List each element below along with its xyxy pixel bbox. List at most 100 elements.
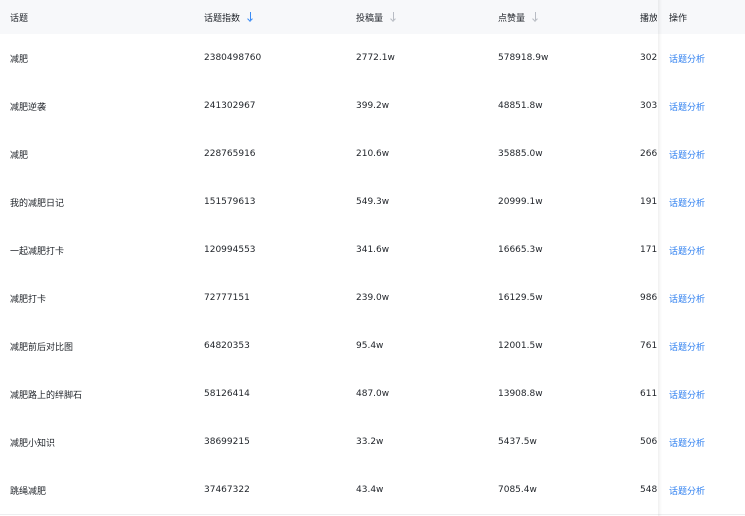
column-header-index-label: 话题指数 — [204, 13, 241, 24]
column-header-plays-label: 播放 — [640, 13, 657, 24]
topic-index-value: 228765916 — [204, 149, 256, 159]
cell-posts: 341.6w — [356, 226, 389, 274]
cell-operation: 话题分析 — [669, 370, 705, 418]
cell-index: 37467322 — [204, 466, 250, 514]
cell-topic: 一起减肥打卡 — [10, 226, 64, 274]
cell-posts: 95.4w — [356, 322, 383, 370]
cell-index: 72777151 — [204, 274, 250, 322]
topic-analysis-link[interactable]: 话题分析 — [669, 52, 705, 65]
cell-likes: 16665.3w — [498, 226, 543, 274]
likes-value: 20999.1w — [498, 197, 543, 207]
cell-plays: 506 — [640, 418, 657, 466]
topic-index-value: 72777151 — [204, 293, 250, 303]
column-header-plays: 播放 — [640, 0, 657, 34]
column-header-posts[interactable]: 投稿量 — [356, 0, 396, 34]
cell-topic: 减肥 — [10, 34, 28, 82]
topic-analysis-link[interactable]: 话题分析 — [669, 100, 705, 113]
cell-plays: 548 — [640, 466, 657, 514]
cell-index: 241302967 — [204, 82, 256, 130]
topic-index-value: 58126414 — [204, 389, 250, 399]
cell-likes: 20999.1w — [498, 178, 543, 226]
cell-topic: 减肥前后对比图 — [10, 322, 73, 370]
topic-index-value: 241302967 — [204, 101, 256, 111]
likes-value: 578918.9w — [498, 53, 549, 63]
cell-posts: 2772.1w — [356, 34, 395, 82]
posts-value: 95.4w — [356, 341, 384, 351]
cell-likes: 7085.4w — [498, 466, 537, 514]
posts-value: 239.0w — [356, 293, 390, 303]
table-row: 减肥前后对比图 64820353 95.4w 12001.5w 761 话题分析 — [0, 322, 745, 371]
plays-value: 986 — [640, 293, 657, 303]
posts-value: 487.0w — [356, 389, 390, 399]
cell-operation: 话题分析 — [669, 34, 705, 82]
likes-value: 35885.0w — [498, 149, 543, 159]
topic-name: 跳绳减肥 — [10, 486, 47, 497]
topic-index-value: 38699215 — [204, 437, 250, 447]
table-row: 减肥路上的绊脚石 58126414 487.0w 13908.8w 611 话题… — [0, 370, 745, 419]
table-row: 减肥 228765916 210.6w 35885.0w 266 话题分析 — [0, 130, 745, 179]
posts-value: 549.3w — [356, 197, 390, 207]
table-row: 我的减肥日记 151579613 549.3w 20999.1w 191 话题分… — [0, 178, 745, 227]
column-header-topic-label: 话题 — [10, 13, 29, 24]
column-header-likes[interactable]: 点赞量 — [498, 0, 538, 34]
plays-value: 611 — [640, 389, 657, 399]
cell-operation: 话题分析 — [669, 322, 705, 370]
cell-posts: 239.0w — [356, 274, 389, 322]
plays-value: 303 — [640, 101, 657, 111]
table-row: 减肥 2380498760 2772.1w 578918.9w 302 话题分析 — [0, 34, 745, 83]
cell-posts: 487.0w — [356, 370, 389, 418]
topic-analysis-link[interactable]: 话题分析 — [669, 484, 705, 497]
likes-value: 16665.3w — [498, 245, 543, 255]
posts-value: 33.2w — [356, 437, 384, 447]
topic-name: 减肥小知识 — [10, 438, 56, 449]
arrow-down-icon[interactable] — [247, 12, 253, 22]
table-row: 减肥逆袭 241302967 399.2w 48851.8w 303 话题分析 — [0, 82, 745, 131]
topic-name: 减肥 — [10, 150, 29, 161]
topic-analysis-link[interactable]: 话题分析 — [669, 388, 705, 401]
topic-analysis-link[interactable]: 话题分析 — [669, 292, 705, 305]
cell-plays: 171 — [640, 226, 657, 274]
cell-topic: 减肥 — [10, 130, 28, 178]
cell-posts: 33.2w — [356, 418, 383, 466]
cell-likes: 12001.5w — [498, 322, 543, 370]
cell-likes: 13908.8w — [498, 370, 543, 418]
arrow-down-icon[interactable] — [390, 12, 396, 22]
cell-index: 228765916 — [204, 130, 256, 178]
cell-plays: 266 — [640, 130, 657, 178]
cell-topic: 减肥打卡 — [10, 274, 46, 322]
cell-likes: 578918.9w — [498, 34, 548, 82]
cell-posts: 549.3w — [356, 178, 389, 226]
topic-analysis-link[interactable]: 话题分析 — [669, 148, 705, 161]
cell-index: 58126414 — [204, 370, 250, 418]
cell-posts: 43.4w — [356, 466, 383, 514]
topic-index-value: 64820353 — [204, 341, 250, 351]
plays-value: 266 — [640, 149, 657, 159]
topic-analysis-link[interactable]: 话题分析 — [669, 196, 705, 209]
topic-analysis-link[interactable]: 话题分析 — [669, 244, 705, 257]
plays-value: 548 — [640, 485, 657, 495]
topic-name: 我的减肥日记 — [10, 198, 65, 209]
topic-index-value: 151579613 — [204, 197, 256, 207]
topic-name: 减肥打卡 — [10, 294, 47, 305]
topic-analysis-link[interactable]: 话题分析 — [669, 436, 705, 449]
cell-index: 64820353 — [204, 322, 250, 370]
cell-topic: 我的减肥日记 — [10, 178, 64, 226]
cell-operation: 话题分析 — [669, 274, 705, 322]
cell-likes: 5437.5w — [498, 418, 537, 466]
arrow-down-icon[interactable] — [532, 12, 538, 22]
posts-value: 2772.1w — [356, 53, 395, 63]
table-row: 跳绳减肥 37467322 43.4w 7085.4w 548 话题分析 — [0, 466, 745, 515]
cell-plays: 302 — [640, 34, 657, 82]
cell-plays: 761 — [640, 322, 657, 370]
posts-value: 43.4w — [356, 485, 384, 495]
cell-index: 120994553 — [204, 226, 256, 274]
cell-operation: 话题分析 — [669, 466, 705, 514]
cell-likes: 16129.5w — [498, 274, 543, 322]
topic-name: 减肥路上的绊脚石 — [10, 390, 83, 401]
column-header-operation-label: 操作 — [669, 13, 688, 24]
cell-operation: 话题分析 — [669, 178, 705, 226]
column-header-index[interactable]: 话题指数 — [204, 0, 253, 34]
topic-analysis-link[interactable]: 话题分析 — [669, 340, 705, 353]
cell-plays: 611 — [640, 370, 657, 418]
table-row: 减肥小知识 38699215 33.2w 5437.5w 506 话题分析 — [0, 418, 745, 467]
